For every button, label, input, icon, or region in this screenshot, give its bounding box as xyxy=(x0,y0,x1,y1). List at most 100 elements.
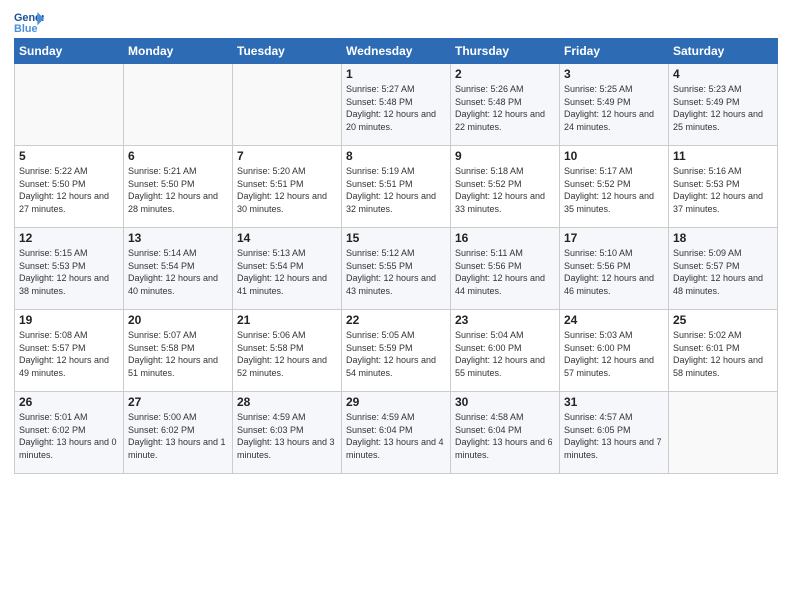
day-number: 22 xyxy=(346,313,446,327)
day-cell: 20Sunrise: 5:07 AMSunset: 5:58 PMDayligh… xyxy=(124,310,233,392)
day-number: 21 xyxy=(237,313,337,327)
weekday-header-friday: Friday xyxy=(560,39,669,64)
day-number: 28 xyxy=(237,395,337,409)
weekday-header-saturday: Saturday xyxy=(669,39,778,64)
day-number: 4 xyxy=(673,67,773,81)
day-info: Sunrise: 5:11 AMSunset: 5:56 PMDaylight:… xyxy=(455,247,555,297)
day-info: Sunrise: 5:05 AMSunset: 5:59 PMDaylight:… xyxy=(346,329,446,379)
day-cell: 27 Sunrise: 5:00 AMSunset: 6:02 PMDayligh… xyxy=(124,392,233,474)
day-cell: 10 Sunrise: 5:17 AMSunset: 5:52 PMDayligh… xyxy=(560,146,669,228)
day-info: Sunrise: 5:00 AMSunset: 6:02 PMDaylight:… xyxy=(128,411,228,461)
day-info: Sunrise: 5:03 AMSunset: 6:00 PMDaylight:… xyxy=(564,329,664,379)
logo-icon: General Blue xyxy=(14,10,44,34)
day-cell: 24 Sunrise: 5:03 AMSunset: 6:00 PMDayligh… xyxy=(560,310,669,392)
day-cell xyxy=(15,64,124,146)
day-info: Sunrise: 5:07 AMSunset: 5:58 PMDaylight:… xyxy=(128,329,228,379)
day-number: 1 xyxy=(346,67,446,81)
day-number: 17 xyxy=(564,231,664,245)
day-cell: 26Sunrise: 5:01 AMSunset: 6:02 PMDayligh… xyxy=(15,392,124,474)
day-number: 10 xyxy=(564,149,664,163)
day-number: 24 xyxy=(564,313,664,327)
day-number: 16 xyxy=(455,231,555,245)
day-cell: 25Sunrise: 5:02 AMSunset: 6:01 PMDayligh… xyxy=(669,310,778,392)
day-cell: 4 Sunrise: 5:23 AMSunset: 5:49 PMDaylight… xyxy=(669,64,778,146)
day-number: 29 xyxy=(346,395,446,409)
day-cell: 12 Sunrise: 5:15 AMSunset: 5:53 PMDayligh… xyxy=(15,228,124,310)
day-info: Sunrise: 5:04 AMSunset: 6:00 PMDaylight:… xyxy=(455,329,555,379)
day-number: 19 xyxy=(19,313,119,327)
day-info: Sunrise: 5:23 AMSunset: 5:49 PMDaylight:… xyxy=(673,83,773,133)
day-info: Sunrise: 5:25 AMSunset: 5:49 PMDaylight:… xyxy=(564,83,664,133)
day-number: 12 xyxy=(19,231,119,245)
day-number: 11 xyxy=(673,149,773,163)
day-cell: 11 Sunrise: 5:16 AMSunset: 5:53 PMDayligh… xyxy=(669,146,778,228)
day-info: Sunrise: 5:17 AMSunset: 5:52 PMDaylight:… xyxy=(564,165,664,215)
day-cell: 3 Sunrise: 5:25 AMSunset: 5:49 PMDaylight… xyxy=(560,64,669,146)
day-cell: 21 Sunrise: 5:06 AMSunset: 5:58 PMDayligh… xyxy=(233,310,342,392)
day-number: 27 xyxy=(128,395,228,409)
day-cell: 28 Sunrise: 4:59 AMSunset: 6:03 PMDayligh… xyxy=(233,392,342,474)
weekday-header-wednesday: Wednesday xyxy=(342,39,451,64)
day-number: 30 xyxy=(455,395,555,409)
week-row-4: 19 Sunrise: 5:08 AMSunset: 5:57 PMDayligh… xyxy=(15,310,778,392)
day-cell: 16 Sunrise: 5:11 AMSunset: 5:56 PMDayligh… xyxy=(451,228,560,310)
day-cell: 9 Sunrise: 5:18 AMSunset: 5:52 PMDaylight… xyxy=(451,146,560,228)
day-info: Sunrise: 4:59 AMSunset: 6:03 PMDaylight:… xyxy=(237,411,337,461)
header: General Blue xyxy=(14,10,778,34)
week-row-3: 12 Sunrise: 5:15 AMSunset: 5:53 PMDayligh… xyxy=(15,228,778,310)
day-number: 7 xyxy=(237,149,337,163)
day-cell xyxy=(233,64,342,146)
day-info: Sunrise: 5:15 AMSunset: 5:53 PMDaylight:… xyxy=(19,247,119,297)
day-number: 3 xyxy=(564,67,664,81)
day-info: Sunrise: 5:13 AMSunset: 5:54 PMDaylight:… xyxy=(237,247,337,297)
weekday-header-thursday: Thursday xyxy=(451,39,560,64)
day-number: 8 xyxy=(346,149,446,163)
day-number: 5 xyxy=(19,149,119,163)
day-info: Sunrise: 4:59 AMSunset: 6:04 PMDaylight:… xyxy=(346,411,446,461)
day-number: 13 xyxy=(128,231,228,245)
day-cell: 23Sunrise: 5:04 AMSunset: 6:00 PMDayligh… xyxy=(451,310,560,392)
day-number: 18 xyxy=(673,231,773,245)
day-number: 26 xyxy=(19,395,119,409)
logo: General Blue xyxy=(14,10,44,34)
day-info: Sunrise: 5:18 AMSunset: 5:52 PMDaylight:… xyxy=(455,165,555,215)
day-cell: 29 Sunrise: 4:59 AMSunset: 6:04 PMDayligh… xyxy=(342,392,451,474)
day-info: Sunrise: 4:57 AMSunset: 6:05 PMDaylight:… xyxy=(564,411,664,461)
day-info: Sunrise: 4:58 AMSunset: 6:04 PMDaylight:… xyxy=(455,411,555,461)
day-cell: 6Sunrise: 5:21 AMSunset: 5:50 PMDaylight… xyxy=(124,146,233,228)
day-cell: 8 Sunrise: 5:19 AMSunset: 5:51 PMDaylight… xyxy=(342,146,451,228)
day-number: 2 xyxy=(455,67,555,81)
day-cell xyxy=(124,64,233,146)
day-cell: 18Sunrise: 5:09 AMSunset: 5:57 PMDayligh… xyxy=(669,228,778,310)
day-info: Sunrise: 5:06 AMSunset: 5:58 PMDaylight:… xyxy=(237,329,337,379)
week-row-2: 5Sunrise: 5:22 AMSunset: 5:50 PMDaylight… xyxy=(15,146,778,228)
day-info: Sunrise: 5:16 AMSunset: 5:53 PMDaylight:… xyxy=(673,165,773,215)
day-cell: 2 Sunrise: 5:26 AMSunset: 5:48 PMDaylight… xyxy=(451,64,560,146)
calendar-table: SundayMondayTuesdayWednesdayThursdayFrid… xyxy=(14,38,778,474)
day-number: 25 xyxy=(673,313,773,327)
day-info: Sunrise: 5:27 AMSunset: 5:48 PMDaylight:… xyxy=(346,83,446,133)
day-cell: 22 Sunrise: 5:05 AMSunset: 5:59 PMDayligh… xyxy=(342,310,451,392)
day-info: Sunrise: 5:19 AMSunset: 5:51 PMDaylight:… xyxy=(346,165,446,215)
day-number: 15 xyxy=(346,231,446,245)
day-cell: 15 Sunrise: 5:12 AMSunset: 5:55 PMDayligh… xyxy=(342,228,451,310)
day-info: Sunrise: 5:26 AMSunset: 5:48 PMDaylight:… xyxy=(455,83,555,133)
day-info: Sunrise: 5:08 AMSunset: 5:57 PMDaylight:… xyxy=(19,329,119,379)
day-number: 31 xyxy=(564,395,664,409)
day-cell: 30 Sunrise: 4:58 AMSunset: 6:04 PMDayligh… xyxy=(451,392,560,474)
day-number: 14 xyxy=(237,231,337,245)
day-number: 9 xyxy=(455,149,555,163)
day-cell: 31 Sunrise: 4:57 AMSunset: 6:05 PMDayligh… xyxy=(560,392,669,474)
day-info: Sunrise: 5:12 AMSunset: 5:55 PMDaylight:… xyxy=(346,247,446,297)
weekday-header-row: SundayMondayTuesdayWednesdayThursdayFrid… xyxy=(15,39,778,64)
day-number: 6 xyxy=(128,149,228,163)
weekday-header-tuesday: Tuesday xyxy=(233,39,342,64)
day-cell: 5Sunrise: 5:22 AMSunset: 5:50 PMDaylight… xyxy=(15,146,124,228)
weekday-header-sunday: Sunday xyxy=(15,39,124,64)
day-cell xyxy=(669,392,778,474)
week-row-1: 1 Sunrise: 5:27 AMSunset: 5:48 PMDaylight… xyxy=(15,64,778,146)
day-cell: 14 Sunrise: 5:13 AMSunset: 5:54 PMDayligh… xyxy=(233,228,342,310)
svg-text:Blue: Blue xyxy=(14,23,37,34)
day-cell: 19 Sunrise: 5:08 AMSunset: 5:57 PMDayligh… xyxy=(15,310,124,392)
day-cell: 17Sunrise: 5:10 AMSunset: 5:56 PMDayligh… xyxy=(560,228,669,310)
